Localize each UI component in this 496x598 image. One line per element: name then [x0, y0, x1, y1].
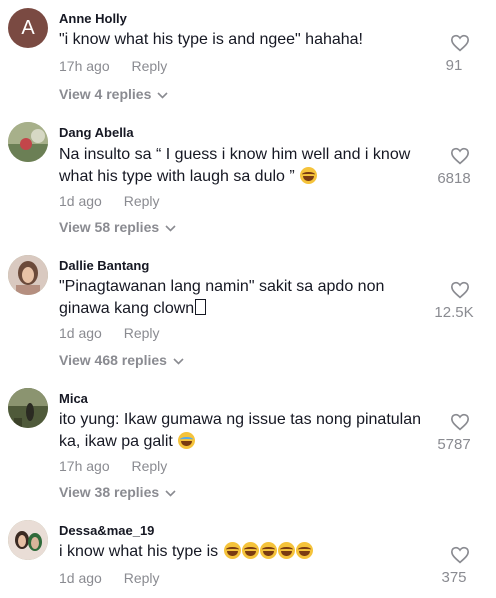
- heart-outline-icon: [450, 34, 470, 52]
- chevron-down-icon: [165, 219, 176, 235]
- comment-time: 17h ago: [59, 58, 110, 74]
- chevron-down-icon: [165, 484, 176, 500]
- like-button[interactable]: 5787: [424, 413, 484, 453]
- like-count: 12.5K: [434, 304, 474, 321]
- comment-meta: 1d ago Reply: [59, 325, 160, 341]
- comment-text: ito yung: Ikaw gumawa ng issue tas nong …: [59, 411, 422, 450]
- comment-time: 1d ago: [59, 193, 102, 209]
- like-button[interactable]: 6818: [424, 147, 484, 187]
- heart-outline-icon: [450, 546, 470, 564]
- comment-username[interactable]: Dang Abella: [59, 125, 134, 140]
- reply-button[interactable]: Reply: [132, 58, 168, 74]
- like-count: 91: [445, 57, 463, 74]
- missing-glyph-icon: [195, 299, 207, 315]
- view-replies-button[interactable]: View 4 replies: [59, 86, 168, 102]
- view-replies-label: View 58 replies: [59, 219, 160, 235]
- reply-button[interactable]: Reply: [124, 570, 160, 586]
- comment-time: 17h ago: [59, 458, 110, 474]
- face-with-tears-of-joy-emoji: [259, 542, 277, 559]
- avatar[interactable]: [8, 255, 48, 295]
- comment-text: "Pinagtawanan lang namin" sakit sa apdo …: [59, 278, 385, 317]
- face-with-tears-of-joy-emoji: [300, 167, 318, 184]
- face-with-tears-of-joy-emoji: [295, 542, 313, 559]
- heart-outline-icon: [450, 147, 470, 165]
- reply-button[interactable]: Reply: [124, 193, 160, 209]
- comment-meta: 17h ago Reply: [59, 458, 167, 474]
- loudly-crying-face-emoji: [178, 432, 196, 449]
- comment-meta: 17h ago Reply: [59, 58, 167, 74]
- heart-outline-icon: [450, 281, 470, 299]
- chevron-down-icon: [157, 86, 168, 102]
- face-with-tears-of-joy-emoji: [277, 542, 295, 559]
- comment-username[interactable]: Anne Holly: [59, 11, 127, 26]
- view-replies-button[interactable]: View 58 replies: [59, 219, 176, 235]
- comment-username[interactable]: M⁠ica: [59, 391, 88, 406]
- avatar[interactable]: A: [8, 8, 48, 48]
- avatar[interactable]: [8, 388, 48, 428]
- like-count: 5787: [437, 436, 471, 453]
- reply-button[interactable]: Reply: [124, 325, 160, 341]
- comment-meta: 1d ago Reply: [59, 193, 160, 209]
- comment-username[interactable]: Dessa&mae_19: [59, 523, 154, 538]
- view-replies-label: View 468 replies: [59, 352, 167, 368]
- view-replies-button[interactable]: View 38 replies: [59, 484, 176, 500]
- like-button[interactable]: 375: [424, 546, 484, 586]
- view-replies-label: View 38 replies: [59, 484, 160, 500]
- like-button[interactable]: 12.5K: [424, 281, 484, 321]
- like-button[interactable]: 91: [424, 34, 484, 74]
- comment-text: Na insulto sa “ I guess i know him well …: [59, 146, 411, 185]
- comment-text: "i know what his type is and ngee" hahah…: [59, 31, 363, 48]
- view-replies-button[interactable]: View 468 replies: [59, 352, 184, 368]
- avatar[interactable]: [8, 520, 48, 560]
- reply-button[interactable]: Reply: [132, 458, 168, 474]
- comment-username[interactable]: Dallie Bantang: [59, 258, 149, 273]
- comment-time: 1d ago: [59, 570, 102, 586]
- chevron-down-icon: [173, 352, 184, 368]
- face-with-tears-of-joy-emoji: [241, 542, 259, 559]
- avatar[interactable]: [8, 122, 48, 162]
- heart-outline-icon: [450, 413, 470, 431]
- view-replies-label: View 4 replies: [59, 86, 152, 102]
- comment-time: 1d ago: [59, 325, 102, 341]
- comment-text: i know what his type is: [59, 541, 429, 563]
- comment-meta: 1d ago Reply: [59, 570, 160, 586]
- face-with-tears-of-joy-emoji: [223, 542, 241, 559]
- like-count: 6818: [437, 170, 471, 187]
- like-count: 375: [441, 569, 467, 586]
